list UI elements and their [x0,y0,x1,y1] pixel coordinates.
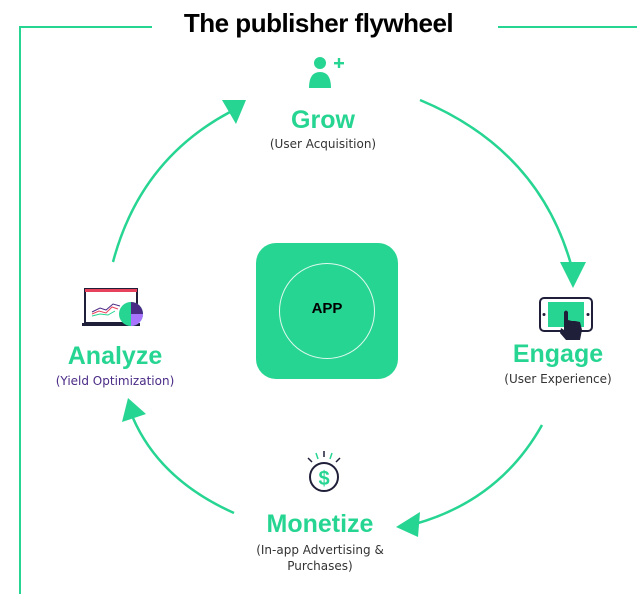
app-label: APP [311,300,343,317]
analyze-subtitle: (Yield Optimization) [55,374,175,388]
analyze-title: Analyze [67,342,163,370]
